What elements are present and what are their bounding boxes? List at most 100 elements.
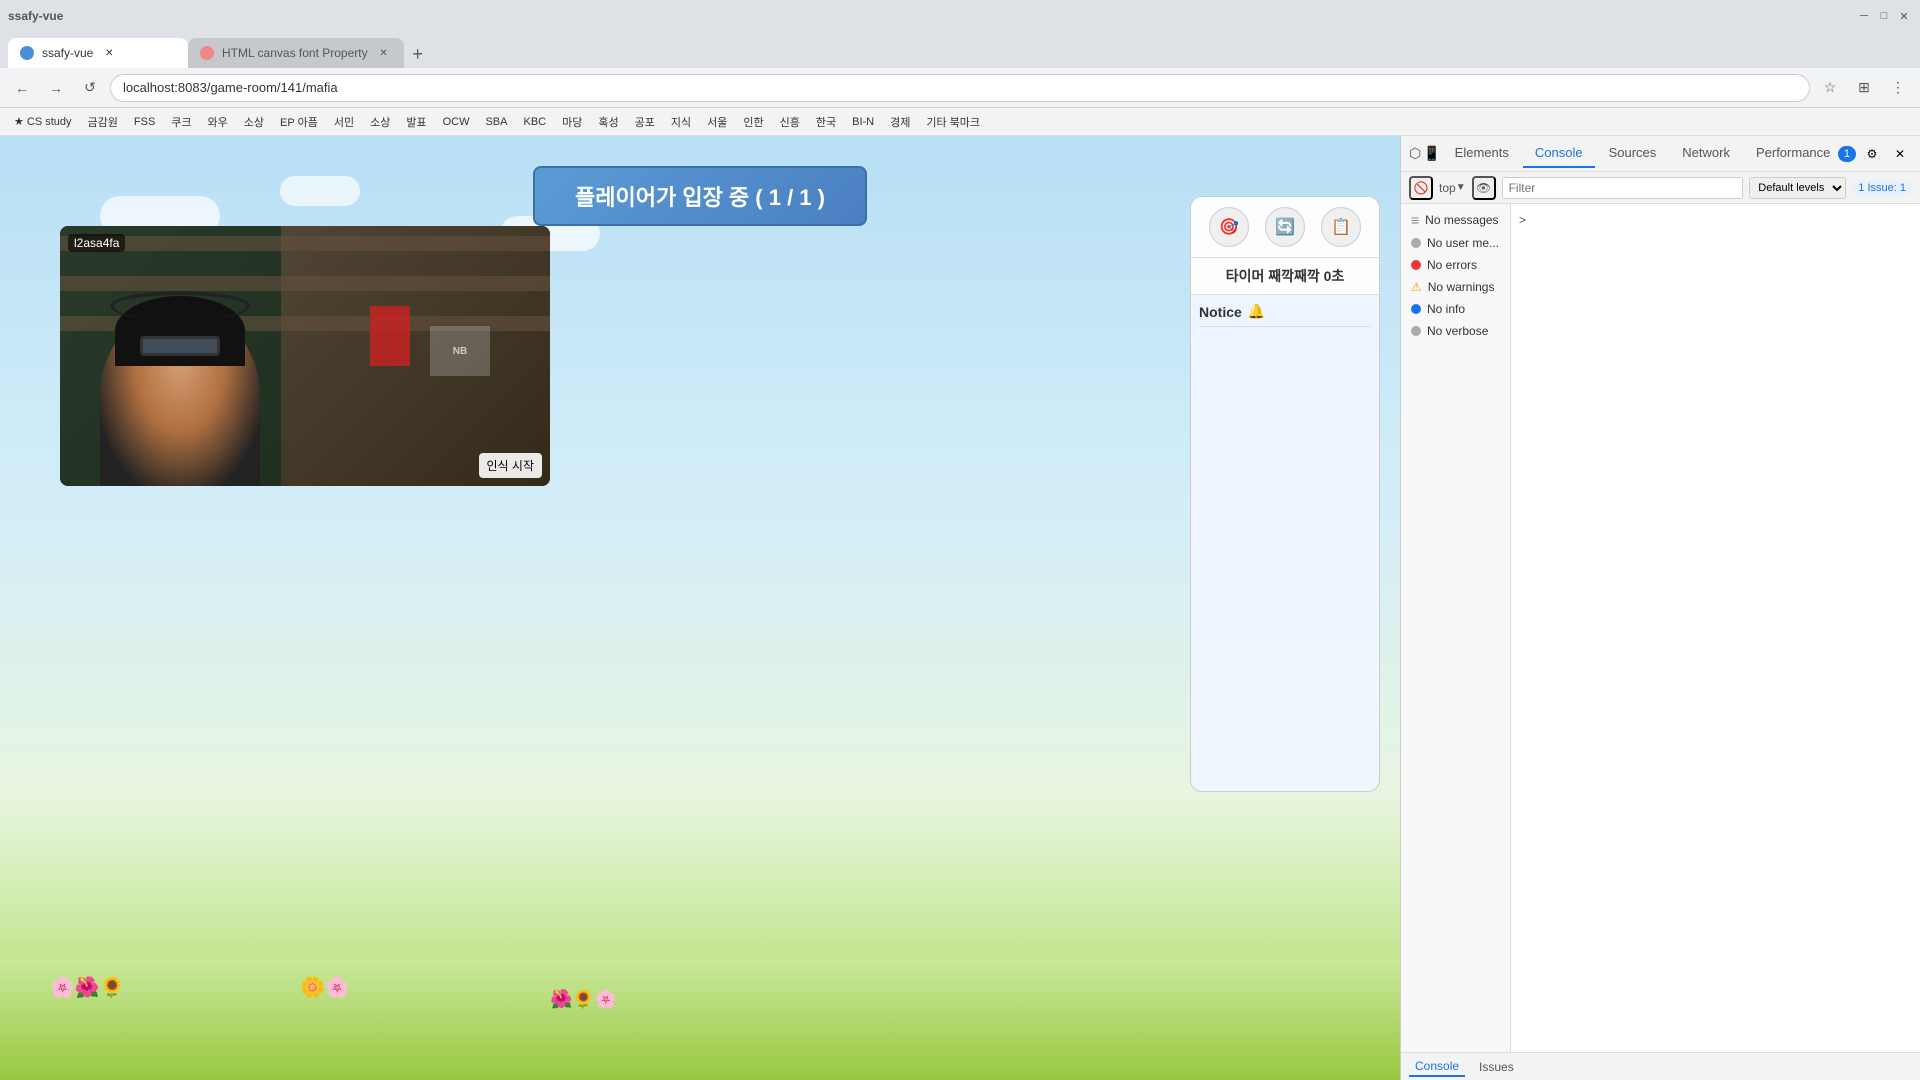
bookmark-gongpo[interactable]: 공포 — [629, 112, 661, 132]
reload-button[interactable]: ↺ — [76, 74, 104, 102]
address-text: localhost:8083/game-room/141/mafia — [123, 80, 338, 95]
bookmark-kbc[interactable]: KBC — [517, 114, 552, 130]
user-messages-dot — [1411, 238, 1421, 248]
issue-count-badge: 1 — [1838, 146, 1856, 162]
log-level-errors[interactable]: No errors — [1401, 254, 1510, 276]
context-top-label: top — [1439, 181, 1456, 195]
tab-close-2[interactable]: ✕ — [376, 45, 392, 61]
bookmark-gyeongje[interactable]: 경제 — [884, 112, 916, 132]
errors-label: No errors — [1427, 258, 1477, 272]
devtools-tab-elements[interactable]: Elements — [1443, 139, 1521, 168]
log-level-info[interactable]: No info — [1401, 298, 1510, 320]
tab-label-2: HTML canvas font Property — [222, 46, 368, 60]
player-banner-text: 플레이어가 입장 중 ( 1 / 1 ) — [575, 185, 825, 210]
back-button[interactable]: ← — [8, 74, 36, 102]
console-eye-button[interactable]: 👁 — [1472, 176, 1496, 200]
video-background: NB — [60, 226, 550, 486]
bookmark-cs-study[interactable]: ★ CS study — [8, 113, 78, 130]
bookmark-ocw[interactable]: OCW — [437, 114, 476, 130]
maximize-button[interactable]: □ — [1876, 8, 1892, 24]
devtools-toolbar: 🚫 top ▼ 👁 Default levels Verbose Info Wa… — [1401, 172, 1920, 204]
tab-html-canvas[interactable]: HTML canvas font Property ✕ — [188, 38, 404, 68]
bottom-tab-issues[interactable]: Issues — [1473, 1058, 1520, 1076]
bookmark-other[interactable]: 기타 북마크 — [920, 112, 986, 132]
browser-title: ssafy-vue — [8, 9, 63, 23]
bookmark-inhan[interactable]: 인한 — [737, 112, 769, 132]
log-level-select[interactable]: Default levels Verbose Info Warning Erro… — [1749, 177, 1846, 199]
bookmark-baltap[interactable]: 발표 — [400, 112, 432, 132]
bookmark-kuku[interactable]: 쿠크 — [165, 112, 197, 132]
clothes-rack-bg — [281, 226, 551, 486]
new-tab-button[interactable]: + — [404, 40, 432, 68]
verbose-label: No verbose — [1427, 324, 1488, 338]
video-container: NB l2asa4fa 인식 시작 — [60, 226, 550, 486]
prompt-chevron-icon: > — [1519, 213, 1526, 227]
bookmark-label: CS study — [27, 116, 72, 128]
red-item — [370, 306, 410, 366]
console-input-field[interactable] — [1530, 212, 1912, 227]
address-bar[interactable]: localhost:8083/game-room/141/mafia — [110, 74, 1810, 102]
bookmark-sinhung[interactable]: 신흥 — [774, 112, 806, 132]
timer-text: 타이머 째깍째깍 0초 — [1226, 268, 1345, 284]
devtools-device-button[interactable]: 📱 — [1423, 142, 1440, 166]
bookmark-hokseong[interactable]: 혹성 — [592, 112, 624, 132]
devtools-settings-button[interactable]: ⚙ — [1860, 142, 1884, 166]
bookmark-ep[interactable]: EP 아픔 — [274, 112, 324, 132]
bookmark-geumgam[interactable]: 금감원 — [82, 112, 124, 132]
devtools-tab-row: ⬡ 📱 Elements Console Sources Network Per… — [1401, 139, 1830, 168]
console-clear-button[interactable]: 🚫 — [1409, 176, 1433, 200]
tab-sources-label: Sources — [1609, 145, 1657, 160]
browser-chrome: ssafy-vue ─ □ ✕ ssafy-vue ✕ HTML canvas … — [0, 0, 1920, 136]
forward-button[interactable]: → — [42, 74, 70, 102]
nav-bar: ← → ↺ localhost:8083/game-room/141/mafia… — [0, 68, 1920, 108]
close-button[interactable]: ✕ — [1896, 8, 1912, 24]
warnings-label: No warnings — [1428, 280, 1495, 294]
bookmark-madang[interactable]: 마당 — [556, 112, 588, 132]
flower-decoration-2: 🌼🌸 — [300, 975, 350, 1000]
devtools-tab-sources[interactable]: Sources — [1597, 139, 1669, 168]
flower-decoration-1: 🌸🌺🌻 — [50, 975, 125, 1000]
bookmark-jisik[interactable]: 지식 — [665, 112, 697, 132]
console-filter-input[interactable] — [1502, 177, 1744, 199]
bookmark-fss[interactable]: FSS — [128, 114, 161, 130]
devtools-close-button[interactable]: ✕ — [1888, 142, 1912, 166]
minimize-button[interactable]: ─ — [1856, 8, 1872, 24]
bookmark-sosang2[interactable]: 소상 — [364, 112, 396, 132]
cloud-2 — [280, 176, 360, 206]
devtools-tab-console[interactable]: Console — [1523, 139, 1595, 168]
bookmark-button[interactable]: ☆ — [1816, 74, 1844, 102]
game-area: 플레이어가 입장 중 ( 1 / 1 ) — [0, 136, 1400, 1080]
tab-ssafy-vue[interactable]: ssafy-vue ✕ — [8, 38, 188, 68]
bookmark-seoul[interactable]: 서울 — [701, 112, 733, 132]
bottom-tab-console[interactable]: Console — [1409, 1057, 1465, 1077]
bookmark-bi-n[interactable]: BI-N — [846, 114, 880, 130]
tab-favicon-1 — [20, 46, 34, 60]
nb-logo: NB — [430, 326, 490, 376]
devtools-tab-performance[interactable]: Performance — [1744, 139, 1830, 168]
panel-icon-target[interactable]: 🎯 — [1209, 207, 1249, 247]
devtools-bottom-bar: Console Issues — [1401, 1052, 1920, 1080]
bookmark-hanguk[interactable]: 한국 — [810, 112, 842, 132]
context-selector[interactable]: top ▼ — [1439, 181, 1466, 195]
game-panel: 🎯 🔄 📋 타이머 째깍째깍 0초 Notice 🔔 — [1190, 196, 1380, 792]
context-dropdown-icon: ▼ — [1456, 182, 1466, 193]
log-level-warnings[interactable]: ⚠ No warnings — [1401, 276, 1510, 298]
log-level-messages[interactable]: ≡ No messages — [1401, 208, 1510, 232]
video-start-button[interactable]: 인식 시작 — [479, 453, 543, 478]
bookmark-waoo[interactable]: 와우 — [202, 112, 234, 132]
bookmark-sosang[interactable]: 소상 — [238, 112, 270, 132]
panel-icon-clipboard[interactable]: 📋 — [1321, 207, 1361, 247]
log-level-verbose[interactable]: No verbose — [1401, 320, 1510, 342]
log-level-user-messages[interactable]: No user me... — [1401, 232, 1510, 254]
bookmark-semin[interactable]: 서민 — [328, 112, 360, 132]
video-username-label: l2asa4fa — [68, 234, 125, 252]
devtools-inspect-button[interactable]: ⬡ — [1409, 142, 1421, 166]
tab-close-1[interactable]: ✕ — [101, 45, 117, 61]
devtools-content: ≡ No messages No user me... No errors ⚠ … — [1401, 204, 1920, 1052]
extensions-button[interactable]: ⊞ — [1850, 74, 1878, 102]
bookmark-sba[interactable]: SBA — [479, 114, 513, 130]
shelf-2 — [60, 276, 550, 291]
panel-icon-refresh[interactable]: 🔄 — [1265, 207, 1305, 247]
menu-button[interactable]: ⋮ — [1884, 74, 1912, 102]
devtools-tab-network[interactable]: Network — [1670, 139, 1742, 168]
